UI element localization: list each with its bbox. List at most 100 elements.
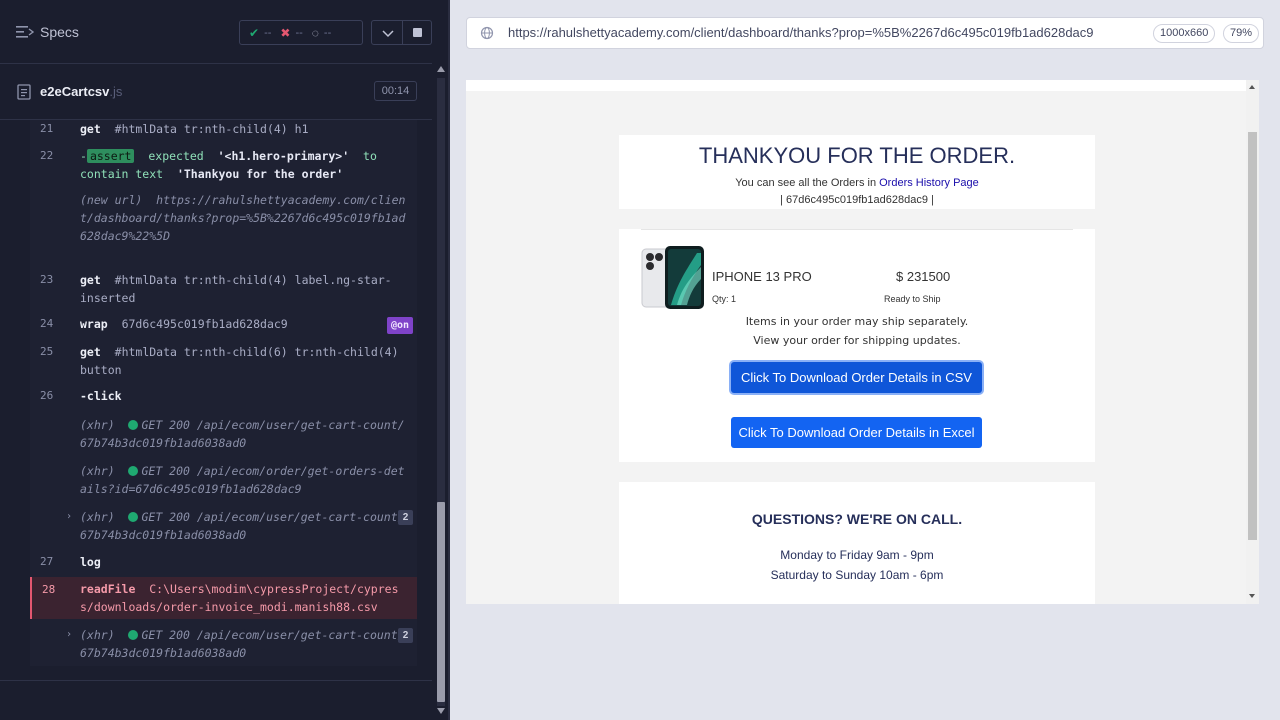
command-detail: #htmlData tr:nth-child(4) h1 bbox=[114, 122, 309, 136]
command-number: 28 bbox=[42, 583, 56, 596]
status-dot-icon bbox=[128, 466, 139, 476]
viewport-size-badge[interactable]: 1000x660 bbox=[1153, 24, 1216, 43]
command-log: 21 get #htmlData tr:nth-child(4) h1 22 -… bbox=[30, 120, 417, 666]
spinner-icon: ◌ bbox=[311, 25, 319, 40]
command-row-failed[interactable]: 28 readFile C:\Users\modim\cypressProjec… bbox=[30, 577, 417, 619]
command-number: 21 bbox=[40, 122, 54, 135]
command-row[interactable]: 23 get #htmlData tr:nth-child(4) label.n… bbox=[30, 271, 417, 307]
command-number: 24 bbox=[40, 317, 54, 330]
xhr-row[interactable]: › (xhr) GET 200 /api/ecom/user/get-cart-… bbox=[30, 508, 417, 544]
reporter-scrollbar[interactable] bbox=[434, 64, 448, 720]
xhr-row[interactable]: (xhr) GET 200 /api/ecom/user/get-cart-co… bbox=[30, 416, 417, 452]
status-dot-icon bbox=[128, 420, 139, 430]
check-icon: ✔ bbox=[249, 25, 260, 40]
command-name: log bbox=[80, 555, 101, 569]
scrollbar-thumb[interactable] bbox=[1248, 132, 1257, 540]
file-icon bbox=[17, 84, 31, 100]
page-top-strip bbox=[466, 80, 1246, 91]
command-number: 26 bbox=[40, 389, 54, 402]
options-dropdown-button[interactable] bbox=[371, 20, 403, 45]
specs-label[interactable]: Specs bbox=[40, 24, 79, 40]
page-title: THANKYOU FOR THE ORDER. bbox=[698, 143, 1016, 168]
download-csv-button[interactable]: Click To Download Order Details in CSV bbox=[731, 362, 982, 393]
iphone-product-image bbox=[641, 246, 704, 309]
questions-card: QUESTIONS? WE'RE ON CALL. Monday to Frid… bbox=[619, 482, 1095, 604]
scroll-down-icon[interactable] bbox=[1249, 594, 1255, 598]
xhr-row[interactable]: › (xhr) GET 200 /api/ecom/user/get-cart-… bbox=[30, 626, 417, 662]
reporter-header: Specs ✔ -- ✖ -- ◌ -- bbox=[0, 0, 432, 64]
spec-extension: .js bbox=[109, 84, 123, 99]
failed-stat: ✖ -- bbox=[280, 26, 302, 40]
command-row[interactable]: 21 get #htmlData tr:nth-child(4) h1 bbox=[30, 120, 417, 138]
download-excel-button[interactable]: Click To Download Order Details in Excel bbox=[731, 417, 982, 448]
status-dot-icon bbox=[128, 512, 139, 522]
passed-count: -- bbox=[264, 26, 272, 39]
command-number: 25 bbox=[40, 345, 54, 358]
product-price: $ 231500 bbox=[896, 269, 951, 284]
repeat-count-badge: 2 bbox=[398, 628, 413, 643]
stop-button[interactable] bbox=[403, 20, 432, 45]
caret-right-icon[interactable]: › bbox=[66, 629, 72, 640]
failed-count: -- bbox=[295, 26, 303, 39]
status-dot-icon bbox=[128, 630, 139, 640]
command-number: 23 bbox=[40, 273, 54, 286]
chevron-down-icon bbox=[382, 30, 394, 38]
caret-right-icon[interactable]: › bbox=[66, 511, 72, 522]
spec-file-bar: e2eCartcsv.js 00:14 bbox=[0, 65, 432, 120]
questions-title: QUESTIONS? WE'RE ON CALL. bbox=[751, 511, 963, 527]
command-name: wrap bbox=[80, 317, 108, 331]
assert-contain-text: contain text bbox=[80, 167, 164, 181]
order-id: | 67d6c495c019fb1ad628dac9 | bbox=[780, 194, 934, 206]
stats-bar: ✔ -- ✖ -- ◌ -- bbox=[239, 20, 363, 45]
orders-history-link[interactable]: Orders History Page bbox=[879, 177, 979, 189]
assert-badge: assert bbox=[86, 149, 135, 163]
command-row-new-url[interactable]: (new url) https://rahulshettyacademy.com… bbox=[30, 191, 417, 263]
scroll-down-icon[interactable] bbox=[437, 708, 445, 714]
divider bbox=[641, 229, 1073, 230]
test-duration: 00:14 bbox=[374, 81, 417, 101]
scroll-up-icon[interactable] bbox=[437, 66, 445, 72]
aut-iframe: THANKYOU FOR THE ORDER. You can see all … bbox=[466, 80, 1259, 604]
command-name: -click bbox=[80, 389, 122, 403]
pending-count: -- bbox=[323, 26, 332, 39]
product-qty: Qty: 1 bbox=[712, 294, 737, 304]
command-row[interactable]: 27 log bbox=[30, 553, 417, 571]
order-items-card: IPHONE 13 PRO $ 231500 Qty: 1 Ready to S… bbox=[619, 229, 1095, 462]
assert-prefix: - bbox=[80, 149, 87, 163]
orders-hint-text: You can see all the Orders in bbox=[735, 177, 880, 189]
hours-weekday: Monday to Friday 9am - 9pm bbox=[780, 548, 934, 562]
command-name: get bbox=[80, 273, 101, 287]
scroll-up-icon[interactable] bbox=[1249, 85, 1255, 89]
spec-name-text: e2eCartcsv bbox=[40, 84, 110, 99]
scrollbar-thumb[interactable] bbox=[437, 502, 445, 702]
aut-scrollbar[interactable] bbox=[1246, 80, 1259, 604]
xhr-label: (xhr) bbox=[80, 510, 115, 524]
globe-icon bbox=[480, 26, 494, 40]
pending-stat: ◌ -- bbox=[312, 26, 331, 40]
command-number: 27 bbox=[40, 555, 54, 568]
passed-stat: ✔ -- bbox=[249, 26, 271, 40]
cypress-reporter: Specs ✔ -- ✖ -- ◌ -- e2eCartcsv.js 00:14… bbox=[0, 0, 450, 720]
xhr-label: (xhr) bbox=[80, 628, 115, 642]
product-name: IPHONE 13 PRO bbox=[712, 269, 812, 284]
app-under-test: https://rahulshettyacademy.com/client/da… bbox=[450, 0, 1280, 720]
command-row-assert[interactable]: 22 - assert expected '<h1.hero-primary>' … bbox=[30, 147, 417, 183]
new-url-label: (new url) bbox=[80, 193, 143, 207]
specs-menu-icon[interactable] bbox=[16, 24, 34, 40]
url-bar[interactable]: https://rahulshettyacademy.com/client/da… bbox=[466, 17, 1264, 49]
spec-filename[interactable]: e2eCartcsv.js bbox=[40, 84, 122, 99]
command-row[interactable]: 25 get #htmlData tr:nth-child(6) tr:nth-… bbox=[30, 343, 417, 379]
command-row[interactable]: 26 -click bbox=[30, 387, 417, 405]
xhr-label: (xhr) bbox=[80, 464, 115, 478]
product-status: Ready to Ship bbox=[884, 294, 941, 304]
xhr-row[interactable]: (xhr) GET 200 /api/ecom/order/get-orders… bbox=[30, 462, 417, 498]
command-row[interactable]: 24 wrap 67d6c495c019fb1ad628dac9 @on bbox=[30, 315, 417, 337]
zoom-badge[interactable]: 79% bbox=[1223, 24, 1260, 43]
shipping-note-1: Items in your order may ship separately. bbox=[745, 315, 969, 328]
url-text[interactable]: https://rahulshettyacademy.com/client/da… bbox=[508, 25, 1100, 40]
reporter-footer-divider bbox=[0, 680, 432, 681]
assert-expected-word: expected bbox=[148, 149, 204, 163]
shipping-note-2: View your order for shipping updates. bbox=[753, 334, 961, 347]
command-detail: 67d6c495c019fb1ad628dac9 bbox=[121, 317, 288, 331]
command-number: 22 bbox=[40, 149, 54, 162]
